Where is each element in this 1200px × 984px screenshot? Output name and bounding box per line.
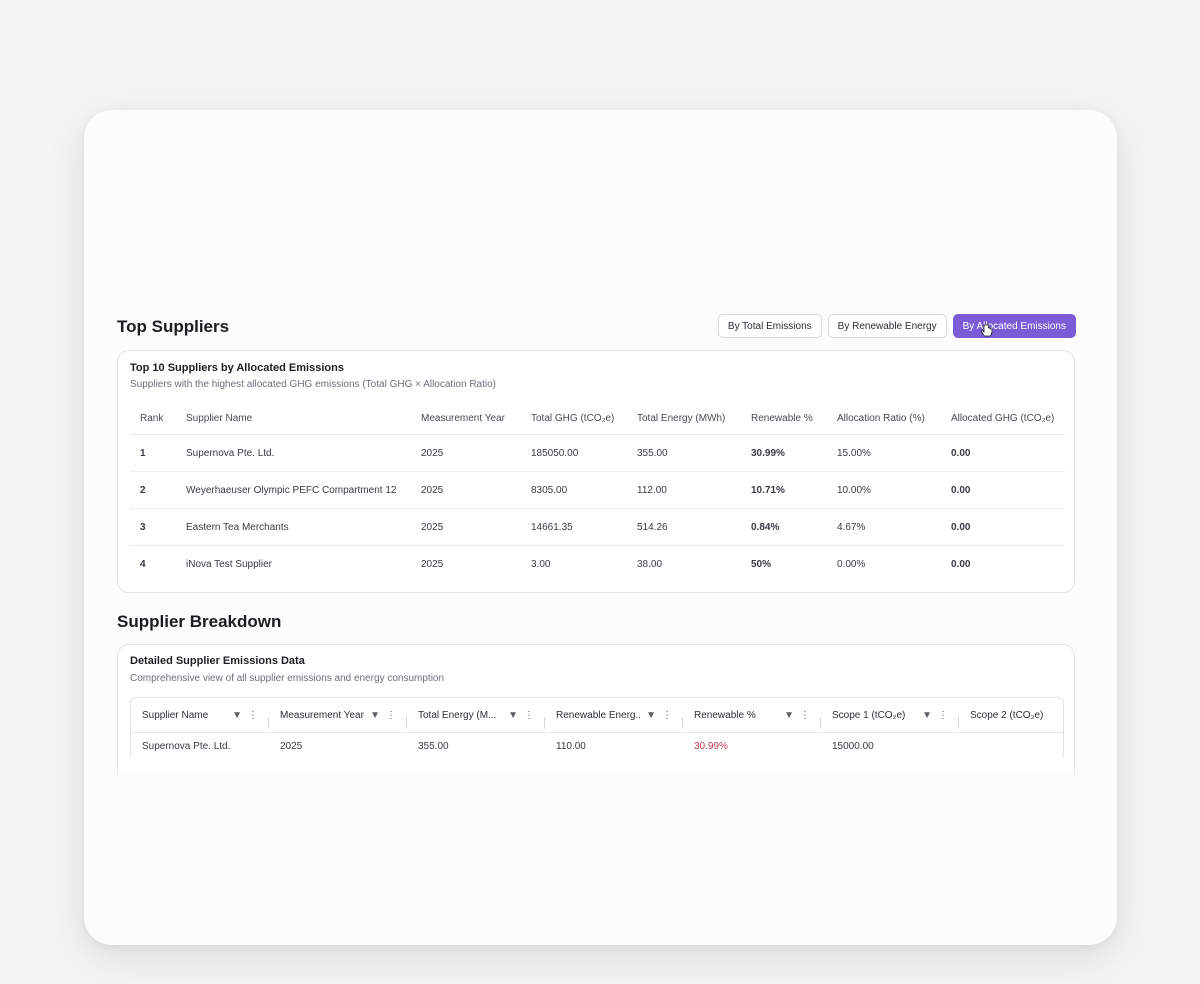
energy-cell: 38.00 xyxy=(637,558,663,570)
col-total-ghg: Total GHG (tCO₂e) xyxy=(521,403,627,435)
grid-col-measurement-year[interactable]: Measurement Year ▼ ⋮ xyxy=(269,709,407,729)
rank-cell: 4 xyxy=(140,558,146,570)
filter-icon[interactable]: ▼ xyxy=(232,710,242,721)
ghg-cell: 3.00 xyxy=(531,558,551,570)
renewable-cell: 50% xyxy=(751,558,772,570)
grid-col-label: Renewable Energ... xyxy=(556,709,641,721)
col-measurement-year: Measurement Year xyxy=(411,403,521,435)
grid-header-row: Supplier Name ▼ ⋮ Measurement Year ▼ ⋮ T… xyxy=(131,698,1063,733)
allocated-cell: 0.00 xyxy=(941,508,1065,546)
filter-icon[interactable]: ▼ xyxy=(646,710,656,721)
grid-col-renewable-pct[interactable]: Renewable % ▼ ⋮ xyxy=(683,709,821,729)
rank-cell: 2 xyxy=(130,471,176,509)
top-suppliers-card: Top 10 Suppliers by Allocated Emissions … xyxy=(117,350,1075,593)
grid-col-label: Scope 1 (tCO₂e) xyxy=(832,709,906,721)
breakdown-data-grid: Supplier Name ▼ ⋮ Measurement Year ▼ ⋮ T… xyxy=(130,697,1064,757)
allocated-cell: 0.00 xyxy=(951,558,971,570)
grid-col-label: Renewable % xyxy=(694,709,756,721)
energy-cell: 112.00 xyxy=(627,471,741,509)
year-cell: 2025 xyxy=(411,434,521,472)
table-row[interactable]: 1 Supernova Pte. Ltd. 2025 185050.00 355… xyxy=(130,434,1065,472)
energy-cell: 355.00 xyxy=(418,740,449,752)
ghg-cell: 185050.00 xyxy=(521,434,627,472)
more-vert-icon[interactable]: ⋮ xyxy=(386,710,396,721)
table-header-row: Rank Supplier Name Measurement Year Tota… xyxy=(130,403,1065,435)
more-vert-icon[interactable]: ⋮ xyxy=(938,710,948,721)
grid-col-label: Measurement Year xyxy=(280,709,364,721)
ranking-tabs: By Total Emissions By Renewable Energy B… xyxy=(717,314,1076,338)
supplier-name-cell: Supernova Pte. Ltd. xyxy=(176,434,411,472)
grid-col-label: Scope 2 (tCO₂e) xyxy=(970,709,1044,721)
col-allocation-ratio: Allocation Ratio (%) xyxy=(827,403,941,435)
renewable-cell: 0.84% xyxy=(741,508,827,546)
tab-by-allocated-emissions[interactable]: By Allocated Emissions xyxy=(952,314,1076,338)
supplier-name-cell: Weyerhaeuser Olympic PEFC Compartment 12 xyxy=(176,471,411,509)
top-card-title: Top 10 Suppliers by Allocated Emissions xyxy=(130,362,344,374)
energy-cell: 355.00 xyxy=(627,434,741,472)
scope1-cell: 15000.00 xyxy=(832,740,874,752)
supplier-name-cell: Supernova Pte. Ltd. xyxy=(142,740,231,752)
tab-by-renewable-energy[interactable]: By Renewable Energy xyxy=(827,314,947,338)
ghg-cell: 8305.00 xyxy=(521,471,627,509)
supplier-name-cell: iNova Test Supplier xyxy=(186,558,272,570)
breakdown-card-title: Detailed Supplier Emissions Data xyxy=(130,655,305,667)
col-renewable-pct: Renewable % xyxy=(741,403,827,435)
allocated-cell: 0.00 xyxy=(941,471,1065,509)
table-row[interactable]: 4 iNova Test Supplier 2025 3.00 38.00 50… xyxy=(130,546,1065,583)
ratio-cell: 0.00% xyxy=(837,558,866,570)
year-cell: 2025 xyxy=(411,471,521,509)
grid-col-scope2[interactable]: Scope 2 (tCO₂e) ▼ xyxy=(959,709,1063,721)
filter-icon[interactable]: ▼ xyxy=(922,710,932,721)
grid-col-total-energy[interactable]: Total Energy (M... ▼ ⋮ xyxy=(407,709,545,729)
col-rank: Rank xyxy=(130,403,176,435)
breakdown-card-subtitle: Comprehensive view of all supplier emiss… xyxy=(130,673,445,684)
grid-row[interactable]: Supernova Pte. Ltd. 2025 355.00 110.00 3… xyxy=(131,733,1063,757)
more-vert-icon[interactable]: ⋮ xyxy=(800,710,810,721)
renewable-energy-cell: 110.00 xyxy=(556,740,586,752)
rank-cell: 1 xyxy=(130,434,176,472)
more-vert-icon[interactable]: ⋮ xyxy=(662,710,672,721)
col-total-energy: Total Energy (MWh) xyxy=(627,403,741,435)
renewable-cell: 30.99% xyxy=(741,434,827,472)
ghg-cell: 14661.35 xyxy=(521,508,627,546)
grid-col-label: Total Energy (M... xyxy=(418,709,497,721)
ratio-cell: 15.00% xyxy=(827,434,941,472)
col-supplier-name: Supplier Name xyxy=(176,403,411,435)
table-row[interactable]: 2 Weyerhaeuser Olympic PEFC Compartment … xyxy=(130,471,1065,509)
supplier-breakdown-title: Supplier Breakdown xyxy=(117,612,282,631)
year-cell: 2025 xyxy=(411,508,521,546)
more-vert-icon[interactable]: ⋮ xyxy=(248,710,258,721)
filter-icon[interactable]: ▼ xyxy=(784,710,794,721)
ratio-cell: 10.00% xyxy=(827,471,941,509)
more-vert-icon[interactable]: ⋮ xyxy=(524,710,534,721)
ratio-cell: 4.67% xyxy=(827,508,941,546)
grid-col-scope1[interactable]: Scope 1 (tCO₂e) ▼ ⋮ xyxy=(821,709,959,729)
grid-col-label: Supplier Name xyxy=(142,709,209,721)
renewable-pct-cell: 30.99% xyxy=(694,740,728,752)
renewable-cell: 10.71% xyxy=(741,471,827,509)
app-window: Top Suppliers By Total Emissions By Rene… xyxy=(84,110,1117,945)
rank-cell: 3 xyxy=(130,508,176,546)
filter-icon[interactable]: ▼ xyxy=(370,710,380,721)
tab-by-total-emissions[interactable]: By Total Emissions xyxy=(717,314,822,338)
filter-icon[interactable]: ▼ xyxy=(508,710,518,721)
hand-cursor-icon xyxy=(981,324,993,337)
grid-col-supplier-name[interactable]: Supplier Name ▼ ⋮ xyxy=(131,709,269,729)
top-card-subtitle: Suppliers with the highest allocated GHG… xyxy=(130,379,497,390)
table-row[interactable]: 3 Eastern Tea Merchants 2025 14661.35 51… xyxy=(130,508,1065,546)
allocated-cell: 0.00 xyxy=(941,434,1065,472)
breakdown-card: Detailed Supplier Emissions Data Compreh… xyxy=(117,644,1075,774)
col-allocated-ghg: Allocated GHG (tCO₂e) xyxy=(941,403,1065,435)
grid-col-renewable-energy[interactable]: Renewable Energ... ▼ ⋮ xyxy=(545,709,683,729)
top-suppliers-table: Rank Supplier Name Measurement Year Tota… xyxy=(130,403,1065,582)
energy-cell: 514.26 xyxy=(627,508,741,546)
year-cell: 2025 xyxy=(421,558,444,570)
supplier-name-cell: Eastern Tea Merchants xyxy=(176,508,411,546)
year-cell: 2025 xyxy=(280,740,303,752)
top-suppliers-title: Top Suppliers xyxy=(117,317,230,336)
